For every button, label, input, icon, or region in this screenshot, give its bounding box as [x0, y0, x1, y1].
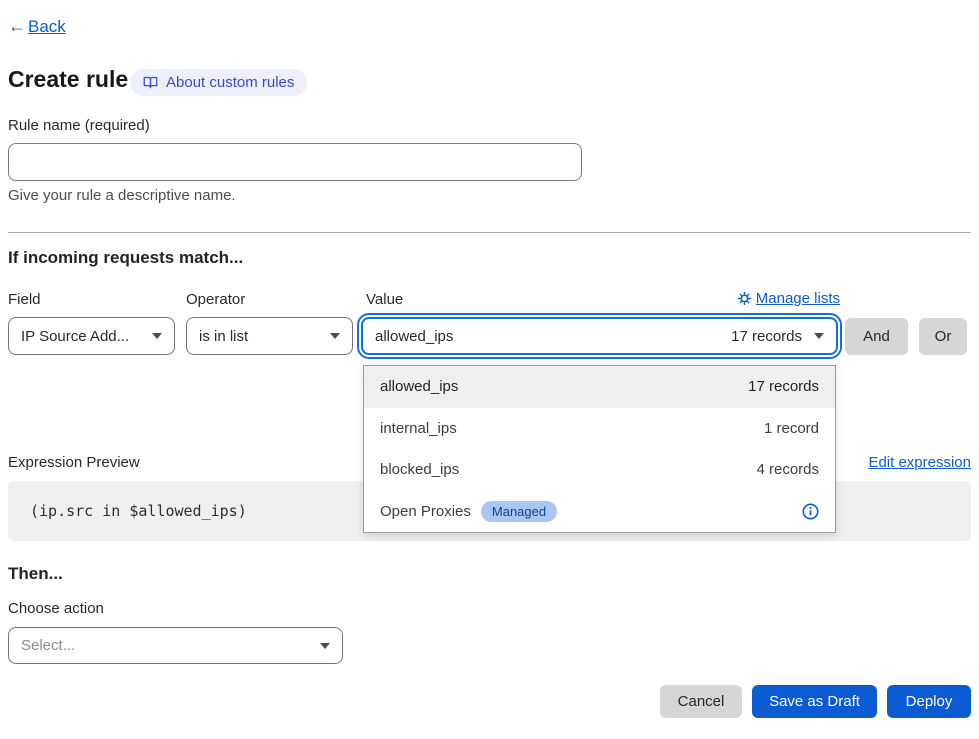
list-item-meta: 4 records [756, 461, 819, 478]
list-item-open-proxies[interactable]: Open Proxies Managed [364, 491, 835, 533]
value-label: Value [366, 291, 403, 308]
book-icon [143, 75, 158, 90]
chevron-down-icon [320, 643, 330, 649]
back-arrow-icon: ← [8, 16, 26, 37]
manage-lists-label: Manage lists [756, 290, 840, 307]
info-icon[interactable] [802, 503, 819, 520]
action-select-placeholder: Select... [21, 637, 75, 654]
list-item-blocked-ips[interactable]: blocked_ips 4 records [364, 449, 835, 491]
choose-action-label: Choose action [8, 600, 104, 617]
about-badge-label: About custom rules [166, 74, 294, 91]
field-select[interactable]: IP Source Add... [8, 317, 175, 355]
list-item-meta: 1 record [764, 420, 819, 437]
list-item-name: internal_ips [380, 420, 457, 437]
action-select[interactable]: Select... [8, 627, 343, 664]
rule-name-label: Rule name (required) [8, 117, 150, 134]
match-section-heading: If incoming requests match... [8, 248, 243, 268]
list-item-name: allowed_ips [380, 378, 458, 395]
back-link[interactable]: ←Back [8, 16, 66, 37]
field-select-value: IP Source Add... [21, 328, 129, 345]
then-section-heading: Then... [8, 564, 63, 584]
or-button[interactable]: Or [919, 318, 967, 355]
chevron-down-icon [152, 333, 162, 339]
value-select-name: allowed_ips [375, 328, 453, 345]
create-rule-page: ←Back Create rule About custom rules Rul… [0, 0, 979, 739]
chevron-down-icon [814, 333, 824, 339]
section-divider [8, 232, 971, 233]
list-dropdown-menu: allowed_ips 17 records internal_ips 1 re… [363, 365, 836, 533]
about-custom-rules-link[interactable]: About custom rules [130, 69, 307, 96]
field-label: Field [8, 291, 41, 308]
gear-icon [738, 292, 751, 305]
save-as-draft-button[interactable]: Save as Draft [752, 685, 877, 718]
rule-name-input[interactable] [8, 143, 582, 181]
operator-select[interactable]: is in list [186, 317, 353, 355]
value-select[interactable]: allowed_ips 17 records [361, 317, 838, 355]
operator-label: Operator [186, 291, 245, 308]
operator-select-value: is in list [199, 328, 248, 345]
list-item-allowed-ips[interactable]: allowed_ips 17 records [364, 366, 835, 408]
back-label: Back [28, 17, 66, 37]
chevron-down-icon [330, 333, 340, 339]
page-title: Create rule [8, 66, 128, 93]
rule-name-helper: Give your rule a descriptive name. [8, 187, 236, 204]
manage-lists-link[interactable]: Manage lists [738, 290, 840, 307]
and-button[interactable]: And [845, 318, 908, 355]
managed-badge: Managed [481, 501, 557, 522]
cancel-button[interactable]: Cancel [660, 685, 742, 718]
value-select-meta: 17 records [731, 328, 802, 345]
expression-code: (ip.src in $allowed_ips) [30, 502, 247, 520]
deploy-button[interactable]: Deploy [887, 685, 971, 718]
edit-expression-link[interactable]: Edit expression [868, 454, 971, 471]
list-item-meta: 17 records [748, 378, 819, 395]
expression-preview-label: Expression Preview [8, 454, 140, 471]
list-item-name: Open Proxies [380, 503, 471, 520]
list-item-internal-ips[interactable]: internal_ips 1 record [364, 408, 835, 450]
list-item-name: blocked_ips [380, 461, 459, 478]
